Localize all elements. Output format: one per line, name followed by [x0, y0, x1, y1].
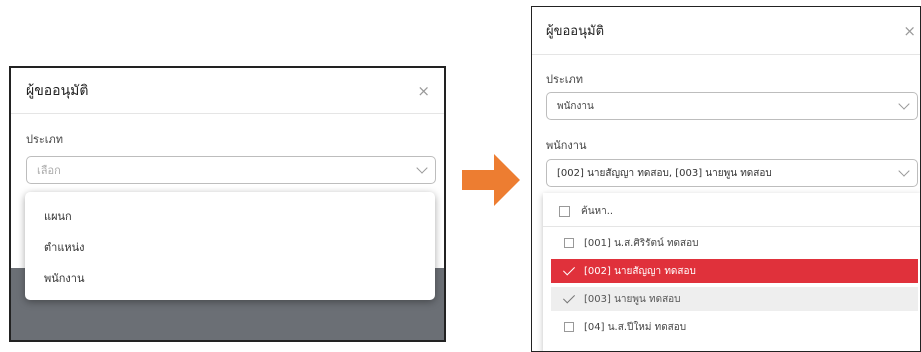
employee-option-002[interactable]: [002] นายสัญญา ทดสอบ: [551, 259, 918, 283]
right-type-label: ประเภท: [546, 73, 584, 86]
chevron-down-icon: [416, 162, 428, 174]
left-close-icon[interactable]: ×: [417, 82, 430, 100]
check-icon: [562, 291, 576, 304]
dropdown-option-department[interactable]: แผนก: [25, 200, 435, 231]
option-label: [003] นายพูน ทดสอบ: [584, 293, 681, 305]
left-modal-title: ผู้ขออนุมัติ: [26, 82, 89, 99]
employee-dropdown: ค้นหา.. [001] น.ส.ศิริรัตน์ ทดสอบ [002] …: [543, 193, 920, 351]
left-type-select[interactable]: เลือก: [26, 156, 436, 184]
search-input[interactable]: ค้นหา..: [581, 204, 613, 219]
option-checkbox[interactable]: [564, 238, 574, 248]
search-row: ค้นหา..: [543, 197, 920, 227]
arrow-right-icon: [462, 154, 520, 206]
employee-option-001[interactable]: [001] น.ส.ศิริรัตน์ ทดสอบ: [551, 231, 918, 255]
dropdown-option-position[interactable]: ตำแหน่ง: [25, 231, 435, 262]
right-modal: ผู้ขออนุมัติ × ประเภท พนักงาน พนักงาน [0…: [532, 7, 920, 351]
right-modal-title: ผู้ขออนุมัติ: [546, 24, 605, 39]
left-type-label: ประเภท: [26, 133, 64, 146]
left-screenshot-frame: ผู้ขออนุมัติ × ประเภท เลือก แผนก ตำแหน่ง…: [9, 66, 446, 342]
select-all-checkbox[interactable]: [559, 206, 570, 217]
option-label: [04] น.ส.ปีใหม่ ทดสอบ: [584, 321, 687, 333]
right-screenshot-frame: ผู้ขออนุมัติ × ประเภท พนักงาน พนักงาน [0…: [531, 6, 921, 352]
option-checkbox[interactable]: [564, 322, 574, 332]
employee-select-value: [002] นายสัญญา ทดสอบ, [003] นายพูน ทดสอบ: [557, 167, 772, 179]
right-type-value: พนักงาน: [557, 100, 594, 112]
left-modal-header: ผู้ขออนุมัติ ×: [11, 68, 444, 114]
left-type-placeholder: เลือก: [37, 164, 61, 177]
check-icon: [562, 263, 576, 276]
right-type-select[interactable]: พนักงาน: [546, 92, 918, 120]
option-label: [001] น.ส.ศิริรัตน์ ทดสอบ: [584, 237, 699, 249]
right-close-icon[interactable]: ×: [903, 22, 916, 40]
option-label: [002] นายสัญญา ทดสอบ: [584, 265, 696, 277]
employee-option-004[interactable]: [04] น.ส.ปีใหม่ ทดสอบ: [551, 315, 918, 339]
employee-label: พนักงาน: [546, 139, 587, 152]
chevron-down-icon: [898, 98, 910, 110]
employee-select[interactable]: [002] นายสัญญา ทดสอบ, [003] นายพูน ทดสอบ: [546, 159, 918, 187]
dropdown-option-employee[interactable]: พนักงาน: [25, 262, 435, 293]
employee-option-003[interactable]: [003] นายพูน ทดสอบ: [551, 287, 918, 311]
chevron-down-icon: [898, 165, 910, 177]
right-modal-header: ผู้ขออนุมัติ ×: [532, 7, 920, 55]
left-type-dropdown: แผนก ตำแหน่ง พนักงาน: [25, 192, 435, 300]
